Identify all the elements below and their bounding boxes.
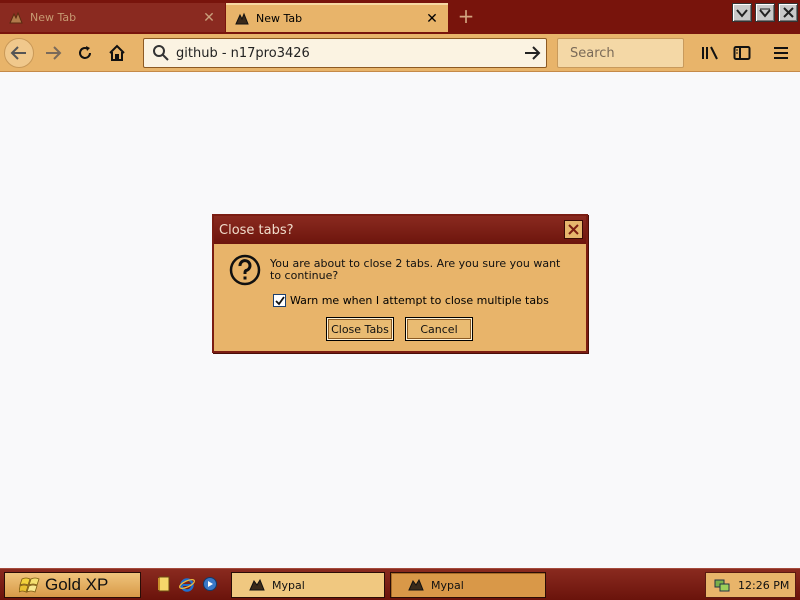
warn-checkbox-label: Warn me when I attempt to close multiple… (290, 294, 549, 307)
windows-logo-icon (19, 577, 40, 593)
new-tab-button[interactable]: + (455, 6, 477, 28)
tab-2-label: New Tab (256, 12, 303, 25)
network-icon[interactable] (714, 577, 730, 593)
tab-1-label: New Tab (30, 11, 77, 24)
menu-button[interactable] (766, 38, 796, 68)
sidebar-icon (733, 46, 751, 60)
checkmark-icon (274, 295, 285, 305)
reload-icon (79, 46, 91, 59)
warn-checkbox[interactable] (273, 294, 286, 307)
url-bar[interactable] (143, 38, 547, 68)
forward-button[interactable] (38, 38, 68, 68)
dialog-title: Close tabs? (219, 222, 294, 238)
reload-button[interactable] (70, 38, 100, 68)
go-arrow-icon (525, 46, 541, 60)
close-window-button[interactable] (778, 3, 798, 22)
dialog-close-button[interactable] (564, 220, 583, 239)
home-button[interactable] (102, 38, 132, 68)
taskbar: Gold XP Mypal Mypal 12:26 PM (0, 568, 800, 600)
dialog-message: You are about to close 2 tabs. Are you s… (270, 257, 561, 282)
tab-2[interactable]: New Tab ✕ (226, 3, 448, 32)
close-icon (568, 224, 579, 235)
taskbar-item-1-label: Mypal (272, 578, 305, 592)
mypal-logo-icon (249, 578, 265, 591)
back-arrow-icon (10, 46, 26, 60)
mypal-logo-icon (235, 12, 249, 24)
library-icon (702, 46, 718, 60)
minimize-icon (736, 8, 748, 18)
tab-strip: New Tab ✕ New Tab ✕ + (0, 0, 800, 34)
close-tabs-button[interactable]: Close Tabs (326, 317, 394, 341)
internet-explorer-icon (179, 578, 195, 592)
taskbar-item-2[interactable]: Mypal (390, 572, 546, 598)
quicklaunch-media[interactable] (202, 576, 218, 592)
tab-1-close-icon[interactable]: ✕ (201, 11, 217, 25)
forward-arrow-icon (46, 46, 62, 60)
maximize-icon (759, 8, 771, 18)
menu-icon (774, 47, 788, 59)
library-button[interactable] (695, 38, 725, 68)
sidebar-button[interactable] (727, 38, 757, 68)
minimize-button[interactable] (732, 3, 752, 22)
home-icon (109, 44, 125, 61)
quicklaunch-ie[interactable] (179, 576, 195, 592)
tab-2-close-icon[interactable]: ✕ (424, 12, 440, 26)
tab-1[interactable]: New Tab ✕ (0, 3, 225, 32)
start-label: Gold XP (45, 575, 109, 594)
mypal-logo-icon (9, 11, 23, 23)
url-input[interactable] (170, 41, 518, 65)
media-player-icon (203, 577, 217, 591)
cancel-button[interactable]: Cancel (405, 317, 473, 341)
quicklaunch-notes[interactable] (156, 576, 172, 592)
question-icon (229, 254, 261, 286)
search-icon (153, 45, 169, 61)
go-button[interactable] (518, 45, 546, 61)
clock[interactable]: 12:26 PM (738, 579, 789, 592)
start-button[interactable]: Gold XP (4, 572, 141, 598)
taskbar-item-1[interactable]: Mypal (231, 572, 385, 598)
back-button[interactable] (4, 38, 34, 68)
mypal-logo-icon (408, 578, 424, 591)
dialog-titlebar: Close tabs? (214, 216, 586, 244)
warn-checkbox-row[interactable]: Warn me when I attempt to close multiple… (273, 294, 549, 307)
close-icon (782, 7, 794, 18)
notes-icon (158, 576, 170, 592)
system-tray: 12:26 PM (705, 572, 796, 598)
search-bar[interactable] (557, 38, 746, 68)
maximize-button[interactable] (755, 3, 775, 22)
close-tabs-dialog: Close tabs? You are about to close 2 tab… (212, 214, 588, 353)
taskbar-item-2-label: Mypal (431, 578, 464, 592)
navigation-toolbar (0, 34, 800, 72)
